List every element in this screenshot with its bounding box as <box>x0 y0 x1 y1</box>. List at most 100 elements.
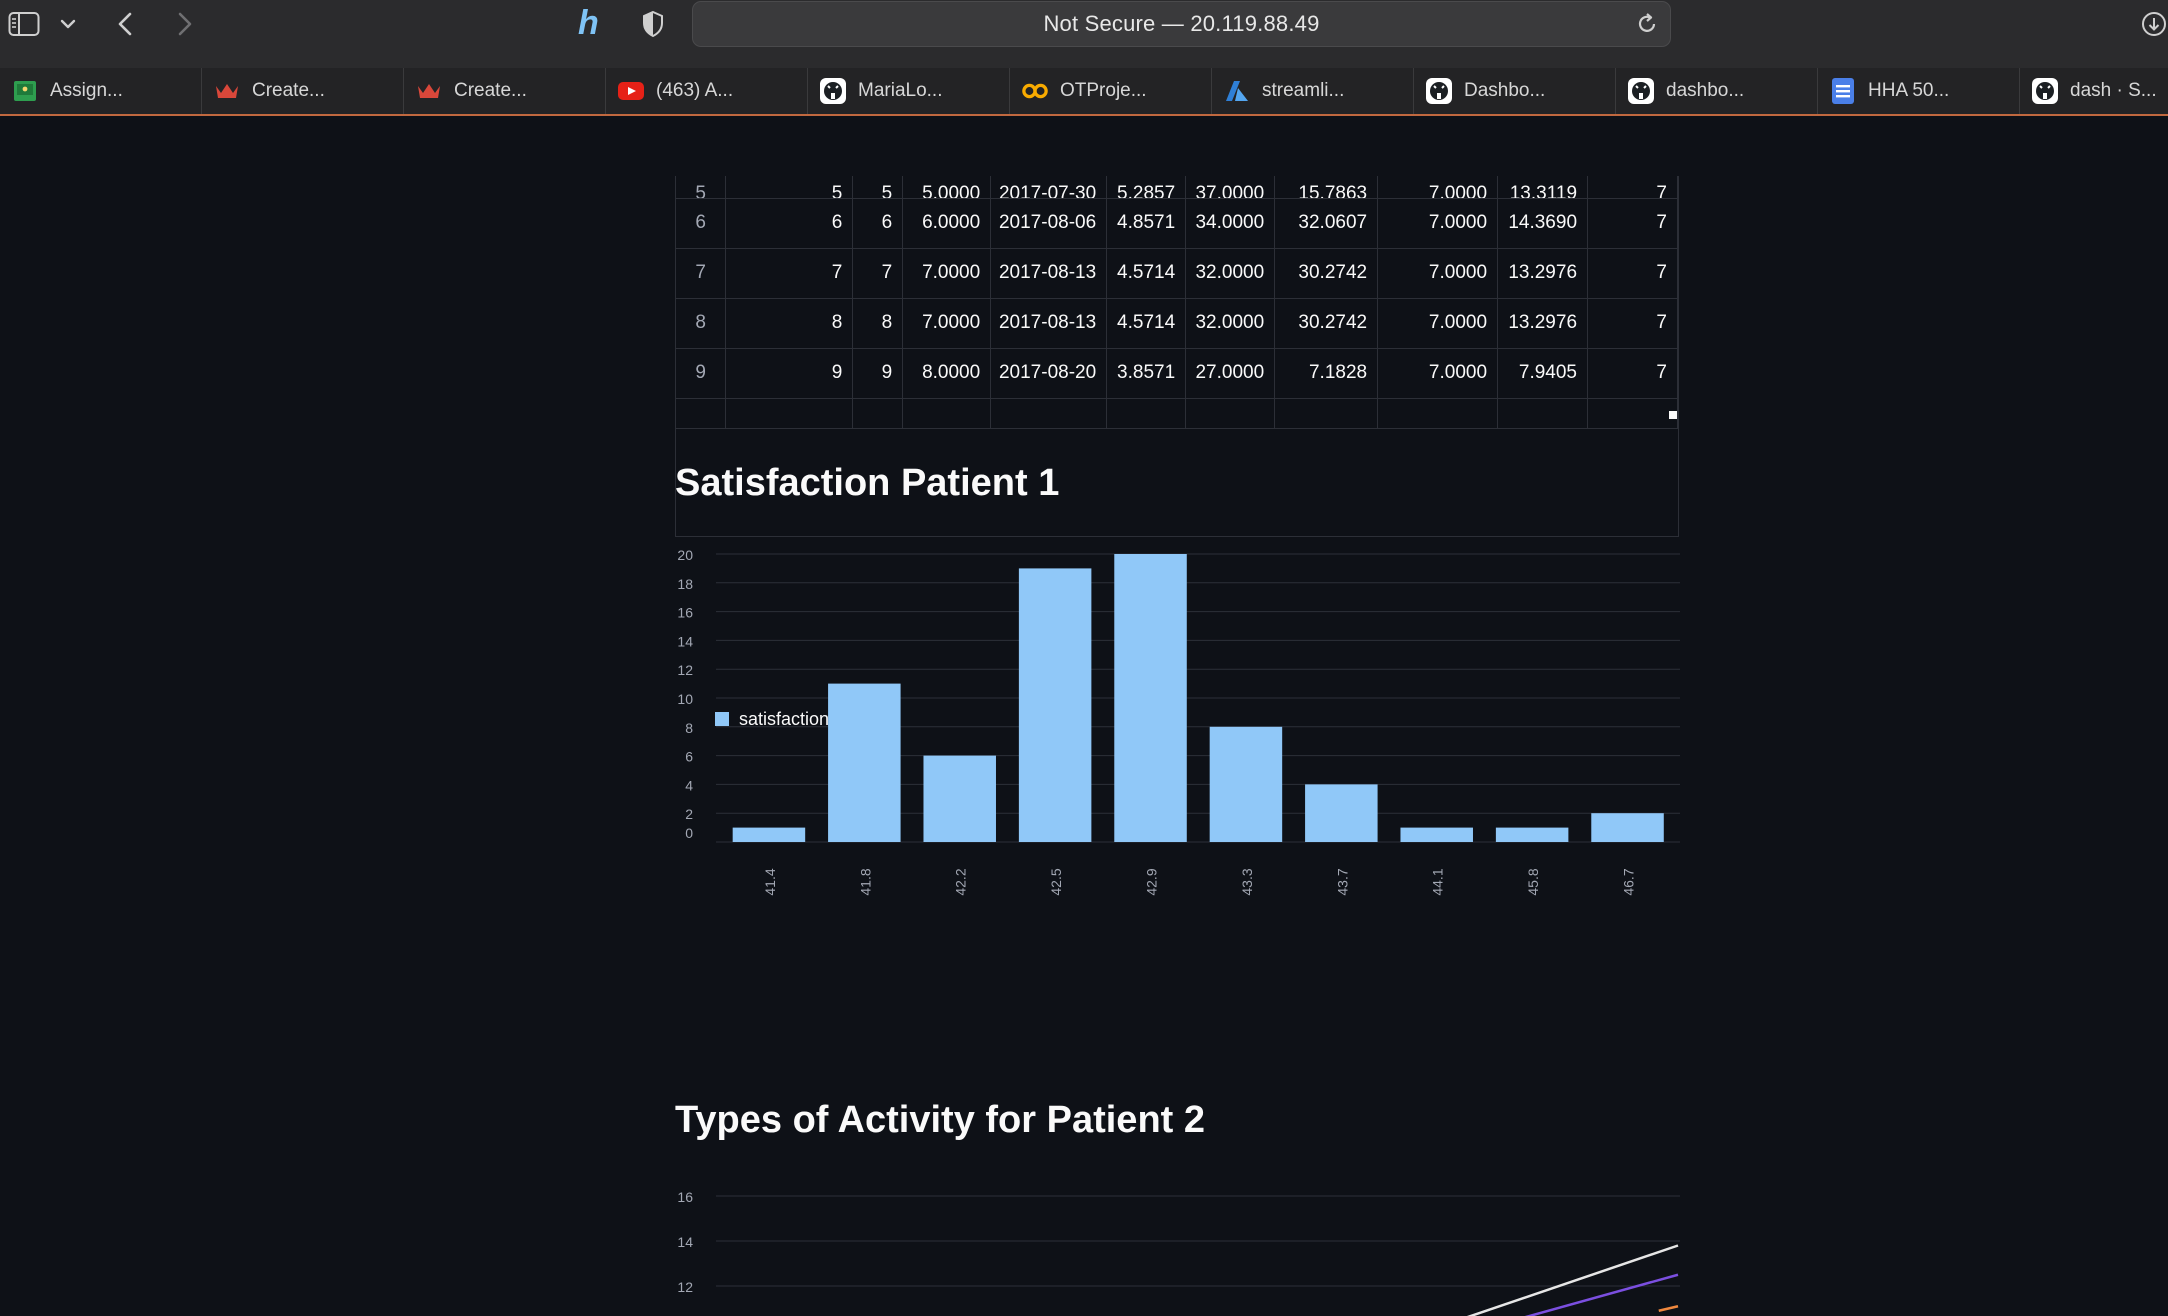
tab-label: Create... <box>454 80 527 101</box>
tab-create-1[interactable]: Create... <box>202 68 404 114</box>
x-tick-label: 44.1 <box>1430 868 1446 895</box>
satisfaction-bar-chart[interactable]: 0 2 4 6 8 10 12 14 16 18 20 41.4 41.8 42.2 42.5 42.9 43.… <box>660 536 1680 1036</box>
github-icon <box>1628 78 1654 104</box>
back-arrow-icon[interactable] <box>114 10 136 38</box>
crown-icon <box>416 78 442 104</box>
forward-arrow-icon[interactable] <box>174 10 196 38</box>
table-cell: 8 <box>725 298 854 349</box>
table-cell: 6 <box>852 198 904 249</box>
tab-label: (463) A... <box>656 80 734 101</box>
x-tick-label: 45.8 <box>1525 868 1541 895</box>
table-cell: 7.0000 <box>1377 298 1499 349</box>
table-row[interactable]: 9 9 9 8.0000 2017-08-20 3.8571 27.0000 7… <box>676 348 1678 399</box>
table-cell: 5.0000 <box>902 176 992 199</box>
bar <box>1400 827 1473 842</box>
tab-youtube[interactable]: (463) A... <box>606 68 808 114</box>
tab-github-dash[interactable]: dash · S... <box>2020 68 2168 114</box>
tab-label: Dashbo... <box>1464 80 1546 101</box>
table-cell: 32.0000 <box>1185 298 1276 349</box>
table-row[interactable]: 7 7 7 7.0000 2017-08-13 4.5714 32.0000 3… <box>676 248 1678 299</box>
section-title-activity: Types of Activity for Patient 2 <box>675 1099 1205 1141</box>
table-cell: 7.9405 <box>1497 348 1589 399</box>
y-tick-label: 18 <box>677 576 693 592</box>
tab-github-dashboard[interactable]: Dashbo... <box>1414 68 1616 114</box>
table-cell: 37.0000 <box>1185 176 1276 199</box>
tab-streamlit[interactable]: streamli... <box>1212 68 1414 114</box>
dataframe-table: 5 5 5 5.0000 2017-07-30 5.2857 37.0000 1… <box>676 176 1678 429</box>
x-tick-label: 43.3 <box>1239 868 1255 895</box>
table-cell: 5.2857 <box>1106 176 1187 199</box>
downloads-icon[interactable] <box>2140 10 2168 38</box>
tab-google-docs[interactable]: HHA 50... <box>1818 68 2020 114</box>
bar <box>1591 813 1664 842</box>
y-tick-label: 12 <box>677 1279 693 1295</box>
sidebar-toggle-icon[interactable] <box>8 10 40 38</box>
table-cell <box>852 398 904 429</box>
section-title-satisfaction: Satisfaction Patient 1 <box>675 462 1060 504</box>
x-tick-label: 42.9 <box>1144 868 1160 895</box>
table-cell: 5 <box>725 176 854 199</box>
table-row[interactable]: 6 6 6 6.0000 2017-08-06 4.8571 34.0000 3… <box>676 198 1678 249</box>
x-tick-label: 41.8 <box>857 868 873 895</box>
tab-bar: Assign... Create... Create... (463) A...… <box>0 68 2168 116</box>
tab-create-2[interactable]: Create... <box>404 68 606 114</box>
table-cell: 7 <box>725 248 854 299</box>
dataframe-resize-handle[interactable] <box>1669 411 1677 419</box>
tab-colab[interactable]: OTProje... <box>1010 68 1212 114</box>
table-cell <box>902 398 992 429</box>
bar <box>828 683 901 842</box>
reload-icon[interactable] <box>1636 12 1658 41</box>
table-cell <box>1497 398 1589 429</box>
table-cell: 34.0000 <box>1185 198 1276 249</box>
chevron-down-icon[interactable] <box>58 10 78 38</box>
y-tick-label: 14 <box>677 1234 693 1250</box>
table-cell: 27.0000 <box>1185 348 1276 399</box>
table-cell: 15.7863 <box>1274 176 1379 199</box>
table-cell: 30.2742 <box>1274 248 1379 299</box>
tab-github-dashboard-2[interactable]: dashbo... <box>1616 68 1818 114</box>
table-cell: 2017-08-20 <box>990 348 1108 399</box>
y-tick-label: 4 <box>685 777 693 793</box>
honey-extension-icon[interactable]: h <box>574 4 606 42</box>
bar <box>1209 726 1283 842</box>
table-cell <box>1587 398 1678 429</box>
privacy-shield-icon[interactable] <box>640 10 666 38</box>
address-text: Not Secure — 20.119.88.49 <box>1043 11 1320 36</box>
table-cell: 32.0607 <box>1274 198 1379 249</box>
colab-icon <box>1022 78 1048 104</box>
browser-toolbar: h Not Secure — 20.119.88.49 <box>0 0 2168 68</box>
streamlit-main: 5 5 5 5.0000 2017-07-30 5.2857 37.0000 1… <box>0 118 2168 1316</box>
table-cell: 30.2742 <box>1274 298 1379 349</box>
x-tick-label: 41.4 <box>762 868 778 895</box>
tab-github-marialo[interactable]: MariaLo... <box>808 68 1010 114</box>
table-cell: 2017-08-06 <box>990 198 1108 249</box>
table-cell: 7 <box>1587 198 1678 249</box>
series-line <box>1524 1273 1679 1316</box>
address-bar[interactable]: Not Secure — 20.119.88.49 <box>692 1 1671 47</box>
table-cell <box>1377 398 1499 429</box>
table-cell: 14.3690 <box>1497 198 1589 249</box>
table-cell <box>990 398 1108 429</box>
legend-swatch <box>715 712 729 726</box>
table-row-partial: 5 5 5 5.0000 2017-07-30 5.2857 37.0000 1… <box>676 176 1678 199</box>
table-cell: 7.1828 <box>1274 348 1379 399</box>
table-cell: 6 <box>725 198 854 249</box>
azure-icon <box>1224 78 1250 104</box>
google-docs-icon <box>1830 78 1856 104</box>
tab-label: MariaLo... <box>858 80 943 101</box>
y-tick-label: 2 <box>685 806 693 822</box>
table-cell: 8 <box>852 298 904 349</box>
activity-line-chart[interactable]: 12 14 16 <box>660 1166 1680 1316</box>
table-cell: 8.0000 <box>902 348 992 399</box>
github-icon <box>2032 78 2058 104</box>
bar <box>732 827 806 842</box>
table-cell: 2017-08-13 <box>990 298 1108 349</box>
tab-label: streamli... <box>1262 80 1345 101</box>
y-tick-label: 12 <box>677 662 693 678</box>
table-row-index: 8 <box>676 298 727 349</box>
table-cell <box>676 398 727 429</box>
tab-assignments[interactable]: Assign... <box>0 68 202 114</box>
table-row[interactable]: 8 8 8 7.0000 2017-08-13 4.5714 32.0000 3… <box>676 298 1678 349</box>
svg-text:h: h <box>578 4 599 42</box>
table-cell <box>1274 398 1379 429</box>
